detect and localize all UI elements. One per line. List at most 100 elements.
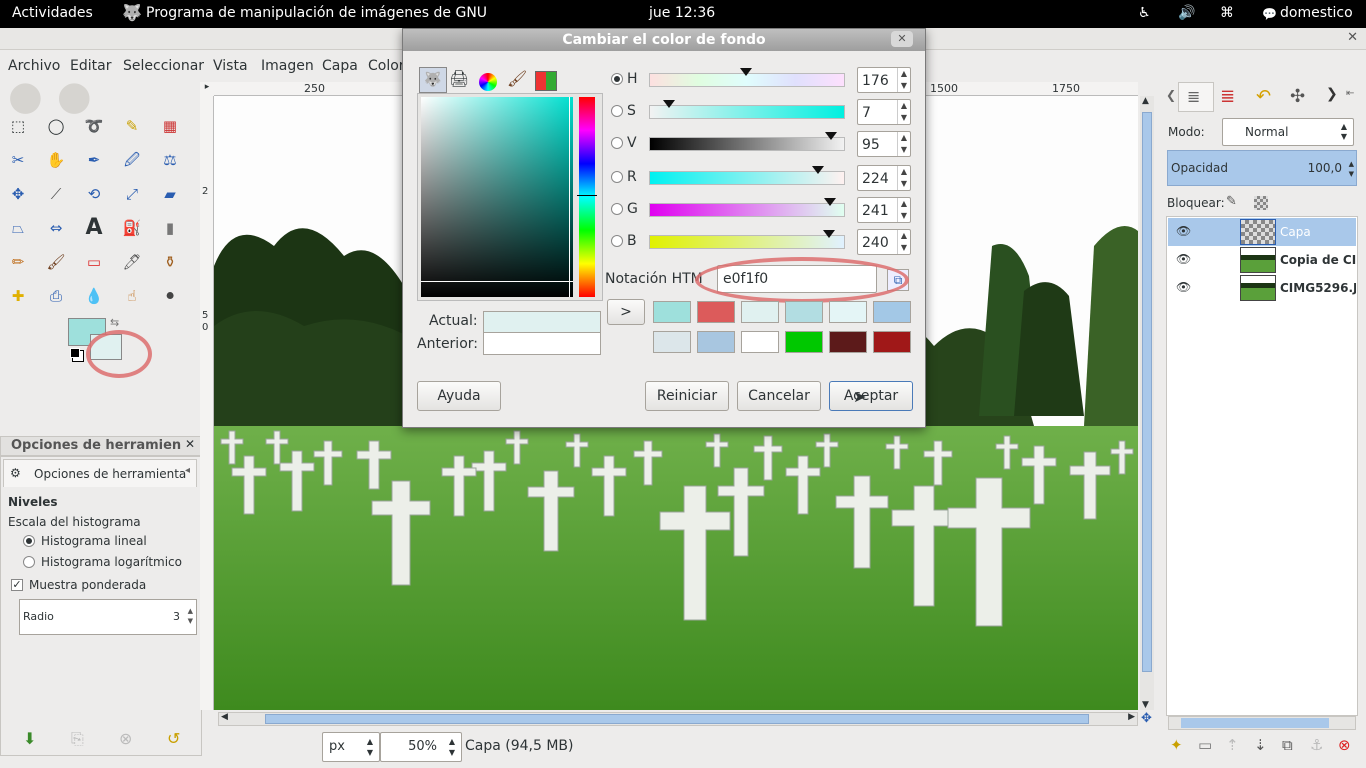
tab-layers[interactable]: ≣ bbox=[1178, 82, 1214, 112]
swap-colors-icon[interactable]: ⇆ bbox=[110, 316, 119, 329]
channel-spinner-h[interactable]: 176 ▲ ▼ bbox=[857, 67, 911, 93]
radius-arrows-icon[interactable]: ▲ ▼ bbox=[188, 606, 193, 626]
blur-icon[interactable]: 💧 bbox=[82, 284, 106, 308]
spinner-arrows-icon[interactable]: ▲ ▼ bbox=[897, 230, 910, 254]
heal-icon[interactable]: ✚ bbox=[6, 284, 30, 308]
rotate-icon[interactable]: ⟲ bbox=[82, 182, 106, 206]
slider-thumb[interactable] bbox=[823, 198, 836, 206]
channel-radio-g[interactable] bbox=[611, 203, 623, 215]
spinner-arrows-icon[interactable]: ▲ ▼ bbox=[897, 132, 910, 156]
activities-button[interactable]: Actividades bbox=[12, 5, 93, 21]
cmyk-selector-tab-icon[interactable]: 🖨 bbox=[449, 69, 469, 88]
paths-dock-icon[interactable]: ✣ bbox=[1290, 86, 1305, 107]
channel-spinner-b[interactable]: 240 ▲ ▼ bbox=[857, 229, 911, 255]
paths-icon[interactable]: ✒ bbox=[82, 148, 106, 172]
layers-hscroll-thumb[interactable] bbox=[1181, 718, 1329, 728]
close-panel-icon[interactable]: ✕ bbox=[185, 437, 195, 451]
vertical-scroll-thumb[interactable] bbox=[1142, 112, 1152, 672]
sv-color-square[interactable] bbox=[421, 97, 573, 297]
default-colors-icon[interactable] bbox=[70, 348, 80, 358]
clone-icon[interactable]: ⎙ bbox=[44, 284, 68, 308]
color-history-swatch[interactable] bbox=[697, 331, 735, 353]
horizontal-scrollbar[interactable]: ◀ ▶ bbox=[218, 712, 1138, 726]
channel-spinner-v[interactable]: 95 ▲ ▼ bbox=[857, 131, 911, 157]
horizontal-scroll-thumb[interactable] bbox=[265, 714, 1089, 724]
color-history-swatch[interactable] bbox=[653, 301, 691, 323]
rect-select-icon[interactable]: ⬚ bbox=[6, 114, 30, 138]
opacity-slider[interactable]: Opacidad 100,0 ▲ ▼ bbox=[1167, 150, 1357, 186]
layer-row-copia[interactable]: 👁 Copia de CIM bbox=[1168, 246, 1356, 274]
dock-left-arrow-icon[interactable]: ❮ bbox=[1166, 88, 1176, 102]
panel-menu-icon[interactable]: ◂ bbox=[185, 465, 190, 476]
channel-spinner-r[interactable]: 224 ▲ ▼ bbox=[857, 165, 911, 191]
ink-icon[interactable]: ⚱ bbox=[158, 250, 182, 274]
color-history-swatch[interactable] bbox=[741, 331, 779, 353]
color-history-swatch[interactable] bbox=[829, 331, 867, 353]
ok-button[interactable]: Aceptar bbox=[829, 381, 913, 411]
ellipse-select-icon[interactable]: ◯ bbox=[44, 114, 68, 138]
color-history-swatch[interactable] bbox=[829, 301, 867, 323]
channel-slider-g[interactable] bbox=[649, 198, 845, 217]
slider-thumb[interactable] bbox=[822, 230, 835, 238]
dodge-burn-icon[interactable]: ⚫ bbox=[158, 284, 182, 308]
align-icon[interactable]: ⟋ bbox=[44, 182, 68, 206]
reset-button[interactable]: Reiniciar bbox=[645, 381, 729, 411]
quick-mask-icon[interactable]: ▸ bbox=[200, 82, 214, 96]
unit-select[interactable]: px ▲ ▼ bbox=[322, 732, 380, 762]
linear-radio[interactable] bbox=[23, 535, 35, 547]
dock-menu-icon[interactable]: ⇤ bbox=[1346, 88, 1354, 99]
radius-spinner[interactable]: Radio 3 ▲ ▼ bbox=[19, 599, 197, 635]
tab-tool-options[interactable]: ⚙ Opciones de herramienta bbox=[3, 459, 197, 487]
slider-thumb[interactable] bbox=[824, 132, 837, 140]
volume-icon[interactable]: 🔊 bbox=[1178, 5, 1195, 21]
lock-pixels-icon[interactable]: ✎ bbox=[1226, 194, 1237, 209]
shear-icon[interactable]: ▰ bbox=[158, 182, 182, 206]
smudge-icon[interactable]: ☝ bbox=[120, 284, 144, 308]
zoom-select[interactable]: 50% ▲ ▼ bbox=[380, 732, 462, 762]
slider-thumb[interactable] bbox=[662, 100, 675, 108]
flip-icon[interactable]: ⇔ bbox=[44, 216, 68, 240]
close-window-icon[interactable]: ✕ bbox=[1347, 30, 1358, 45]
delete-layer-icon[interactable]: ⊗ bbox=[1338, 736, 1351, 754]
menu-color[interactable]: Color bbox=[368, 58, 405, 74]
undo-history-icon[interactable]: ↶ bbox=[1256, 86, 1271, 107]
color-history-swatch[interactable] bbox=[741, 301, 779, 323]
color-picker-icon[interactable]: 🖉 bbox=[120, 148, 144, 172]
log-radio[interactable] bbox=[23, 556, 35, 568]
color-select-icon[interactable]: ▦ bbox=[158, 114, 182, 138]
scissors-icon[interactable]: ✂ bbox=[6, 148, 30, 172]
vertical-scrollbar[interactable]: ▲ ▼ bbox=[1140, 96, 1154, 710]
channel-radio-h[interactable] bbox=[611, 73, 623, 85]
text-icon[interactable]: A bbox=[82, 216, 106, 240]
menu-capa[interactable]: Capa bbox=[322, 58, 358, 74]
channel-slider-r[interactable] bbox=[649, 166, 845, 185]
save-options-icon[interactable]: ⬇ bbox=[23, 729, 36, 748]
hue-strip[interactable] bbox=[579, 97, 595, 297]
color-history-swatch[interactable] bbox=[785, 331, 823, 353]
pencil-icon[interactable]: ✏ bbox=[6, 250, 30, 274]
help-button[interactable]: Ayuda bbox=[417, 381, 501, 411]
eraser-icon[interactable]: ▭ bbox=[82, 250, 106, 274]
menu-archivo[interactable]: Archivo bbox=[8, 58, 60, 74]
layer-row-capa[interactable]: 👁 Capa bbox=[1168, 218, 1356, 246]
gradient-icon[interactable]: ▮ bbox=[158, 216, 182, 240]
bucket-fill-icon[interactable]: ⛽ bbox=[120, 216, 144, 240]
menu-editar[interactable]: Editar bbox=[70, 58, 111, 74]
channel-radio-r[interactable] bbox=[611, 171, 623, 183]
mode-select[interactable]: Normal ▲ ▼ bbox=[1222, 118, 1354, 146]
channel-slider-v[interactable] bbox=[649, 132, 845, 151]
free-select-icon[interactable]: ➰ bbox=[82, 114, 106, 138]
visibility-eye-icon[interactable]: 👁 bbox=[1176, 280, 1191, 294]
app-title[interactable]: Programa de manipulación de imágenes de … bbox=[146, 5, 487, 21]
zoom-arrows-icon[interactable]: ▲ ▼ bbox=[449, 736, 455, 758]
lower-layer-icon[interactable]: ⇣ bbox=[1254, 736, 1267, 754]
network-icon[interactable]: ⌘ bbox=[1220, 5, 1234, 21]
new-layer-icon[interactable]: ✦ bbox=[1170, 736, 1183, 754]
channel-radio-s[interactable] bbox=[611, 105, 623, 117]
palette-selector-tab-icon[interactable] bbox=[535, 71, 557, 91]
gimp-selector-tab-icon[interactable]: 🐺 bbox=[419, 67, 447, 93]
cancel-button[interactable]: Cancelar bbox=[737, 381, 821, 411]
scroll-left-icon[interactable]: ◀ bbox=[221, 712, 228, 722]
paintbrush-icon[interactable]: 🖌 bbox=[44, 250, 68, 274]
dialog-close-icon[interactable]: ✕ bbox=[891, 31, 913, 47]
